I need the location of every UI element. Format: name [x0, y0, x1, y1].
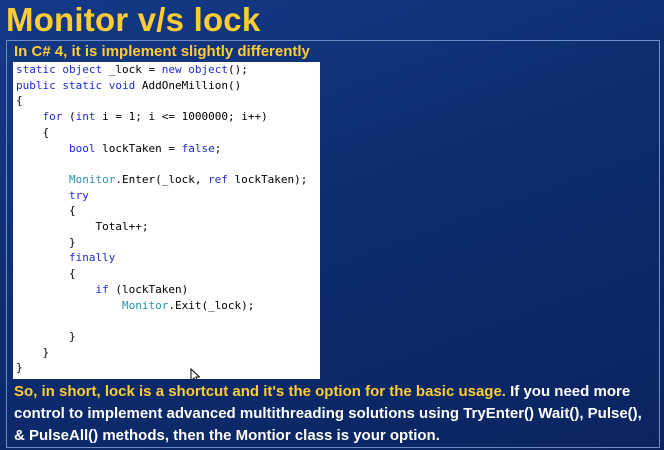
- code-line: {: [16, 125, 50, 139]
- slide-subtitle: In C# 4, it is implement slightly differ…: [14, 43, 310, 60]
- code-line: Monitor.Exit(_lock);: [121, 298, 255, 312]
- summary-text: So, in short, lock is a shortcut and it'…: [14, 381, 654, 447]
- code-line: }: [16, 235, 76, 249]
- code-line: static object _lock = new object();: [16, 63, 248, 76]
- code-line: for (int i = 1; i <= 1000000; i++): [42, 110, 268, 124]
- code-line: if (lockTaken): [95, 282, 189, 296]
- code-line: {: [16, 267, 76, 281]
- code-line: Monitor.Enter(_lock, ref lockTaken);: [68, 172, 308, 186]
- code-line: bool lockTaken = false;: [68, 141, 222, 155]
- slide-title: Monitor v/s lock: [6, 1, 261, 38]
- code-line: {: [16, 204, 76, 218]
- code-line: }: [16, 361, 23, 375]
- code-line: Total++;: [16, 220, 149, 234]
- code-block: static object _lock = new object(); publ…: [16, 62, 307, 376]
- code-line: {: [16, 94, 23, 108]
- summary-highlight: So, in short, lock is a shortcut and it'…: [14, 383, 506, 400]
- code-line: try: [68, 188, 89, 202]
- code-panel: static object _lock = new object(); publ…: [13, 62, 320, 379]
- code-line: finally: [68, 251, 116, 265]
- code-line: }: [16, 345, 50, 359]
- mouse-pointer-icon: [190, 367, 201, 379]
- code-line: public static void AddOneMillion(): [16, 78, 242, 92]
- code-line: }: [16, 329, 76, 343]
